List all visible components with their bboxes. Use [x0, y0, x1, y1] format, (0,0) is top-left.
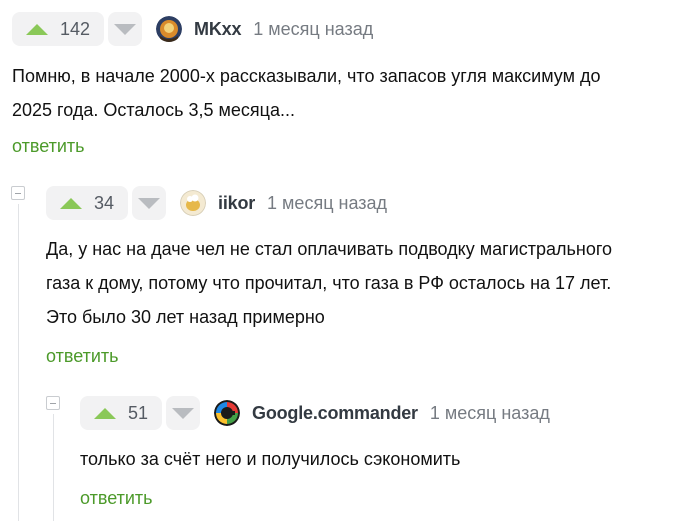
downvote-button[interactable]: [166, 396, 201, 430]
thread-line: [18, 204, 19, 521]
comment-time[interactable]: 1 месяц назад: [253, 19, 373, 40]
comment-text-line: только за счёт него и получилось сэконом…: [80, 449, 461, 469]
vote-count: 142: [60, 18, 91, 39]
upvote-button[interactable]: 142: [12, 12, 105, 46]
reply-link[interactable]: ответить: [46, 346, 119, 367]
downvote-arrow-icon: [114, 23, 137, 35]
comment-text: Да, у нас на даче чел не стал оплачивать…: [46, 232, 612, 334]
comment-author[interactable]: MKxx: [194, 19, 241, 40]
collapse-thread-button[interactable]: [46, 396, 60, 410]
upvote-arrow-icon: [60, 197, 82, 209]
comment-time[interactable]: 1 месяц назад: [267, 193, 387, 214]
downvote-button[interactable]: [108, 12, 143, 46]
comment-text-line: Это было 30 лет назад примерно: [46, 307, 325, 327]
comment-header: 34 iikor 1 месяц назад: [46, 186, 387, 220]
downvote-arrow-icon: [138, 197, 161, 209]
avatar[interactable]: [180, 190, 207, 216]
comment-text-line: Да, у нас на даче чел не стал оплачивать…: [46, 239, 613, 259]
upvote-arrow-icon: [26, 23, 48, 35]
comment-text: Помню, в начале 2000-х рассказывали, что…: [12, 59, 600, 127]
vote-count: 51: [128, 402, 149, 423]
vote-count: 34: [94, 192, 115, 213]
comment-text-line: Помню, в начале 2000-х рассказывали, что…: [12, 66, 601, 86]
upvote-button[interactable]: 51: [80, 396, 163, 430]
upvote-arrow-icon: [94, 407, 116, 419]
comment-header: 142 MKxx 1 месяц назад: [12, 12, 373, 46]
comment-text: только за счёт него и получилось сэконом…: [80, 442, 460, 476]
comment-text-line: газа к дому, потому что прочитал, что га…: [46, 273, 612, 293]
vote-control: 142: [12, 12, 143, 46]
comment-text-line: 2025 года. Осталось 3,5 месяца...: [12, 100, 295, 120]
comment-author[interactable]: Google.commander: [252, 403, 418, 424]
avatar[interactable]: [156, 16, 183, 42]
reply-link[interactable]: ответить: [80, 488, 153, 509]
upvote-button[interactable]: 34: [46, 186, 129, 220]
downvote-button[interactable]: [132, 186, 167, 220]
vote-control: 34: [46, 186, 167, 220]
collapse-thread-button[interactable]: [11, 186, 25, 200]
reply-link[interactable]: ответить: [12, 136, 85, 157]
vote-control: 51: [80, 396, 201, 430]
avatar[interactable]: [214, 400, 241, 426]
comment-header: 51 Google.commander 1 месяц назад: [80, 396, 550, 430]
comment-time[interactable]: 1 месяц назад: [430, 403, 550, 424]
comment-author[interactable]: iikor: [218, 193, 255, 214]
downvote-arrow-icon: [172, 407, 195, 419]
thread-line: [53, 414, 54, 521]
